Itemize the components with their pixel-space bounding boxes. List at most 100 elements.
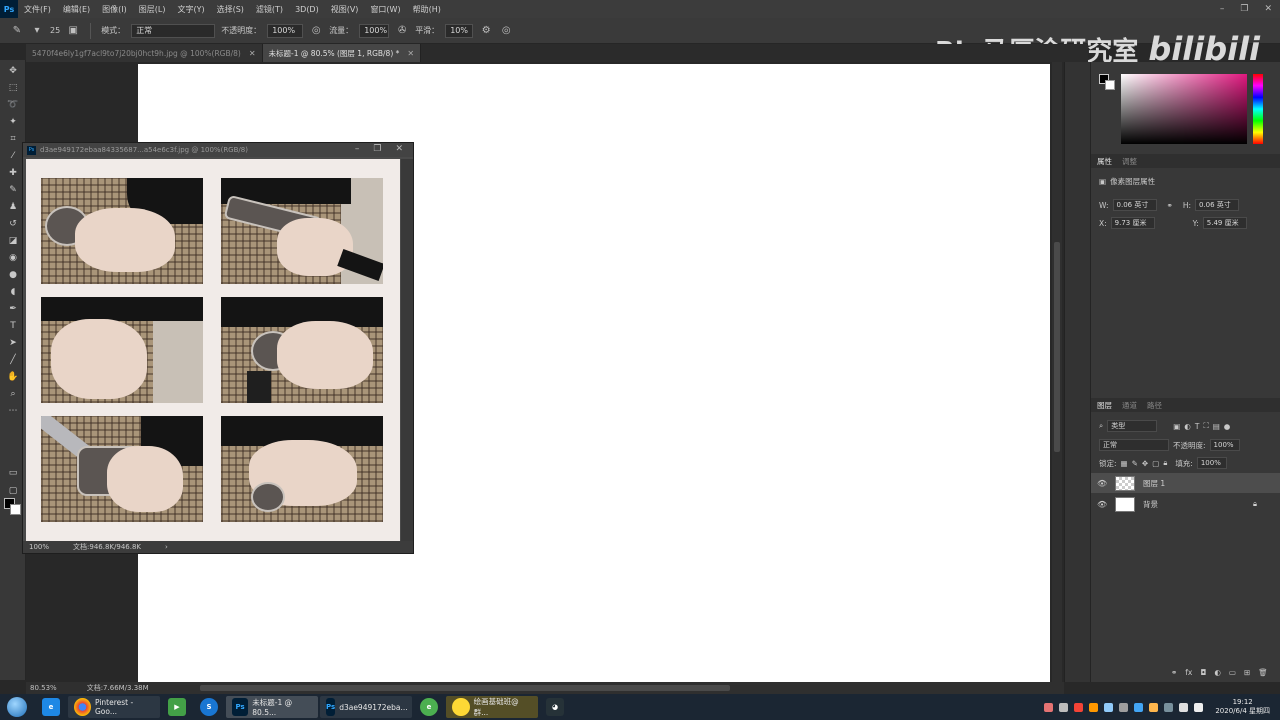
tab-reference-image[interactable]: 5470f4e6ly1gf7acl9to7j20bj0hct9h.jpg @ 1… [26,44,263,62]
marquee-tool-icon[interactable]: ⬚ [6,81,20,95]
layer-row-layer-1[interactable]: 👁︎ 图层 1 [1091,473,1280,493]
menu-type[interactable]: 文字(Y) [171,4,210,15]
volume-icon[interactable] [1194,702,1204,712]
taskbar-sogou[interactable]: S [194,696,224,718]
width-input[interactable]: 0.06 英寸 [1112,199,1157,211]
dodge-tool-icon[interactable]: ◖ [6,285,20,299]
foreground-background-colors[interactable] [4,498,22,516]
adjustment-layer-icon[interactable]: ◐ [1214,668,1221,677]
close-icon[interactable]: ✕ [249,49,256,58]
new-group-icon[interactable]: ▭ [1229,668,1236,677]
filter-toggle-icon[interactable]: ● [1224,422,1231,431]
tray-app-icon[interactable] [1104,702,1114,712]
lock-pixels-icon[interactable]: ✎ [1132,459,1138,468]
gear-icon[interactable]: ⚙ [479,24,493,38]
menu-filter[interactable]: 滤镜(T) [250,4,289,15]
history-brush-tool-icon[interactable]: ↺ [6,217,20,231]
layer-opacity-input[interactable]: 100% [1209,439,1240,451]
delete-layer-icon[interactable]: 🗑︎ [1258,668,1268,677]
menu-edit[interactable]: 编辑(E) [57,4,96,15]
airbrush-icon[interactable]: ✇ [395,24,409,38]
brush-panel-icon[interactable]: ▣ [66,24,80,38]
pen-tool-icon[interactable]: ✒ [6,302,20,316]
eyedropper-tool-icon[interactable]: ⁄ [6,149,20,163]
scrollbar-thumb[interactable] [200,685,730,691]
lock-all-icon[interactable]: 🔒︎ [1163,458,1167,468]
taskbar-qq-group[interactable]: 绘画基础班@群... [446,696,538,718]
blend-mode-select[interactable]: 正常 [1099,439,1169,451]
start-button[interactable] [0,694,34,720]
quick-mask-icon[interactable]: ▭ [6,466,20,480]
floating-window-zoom[interactable]: 100% [29,543,49,551]
tab-channels[interactable]: 通道 [1122,400,1137,411]
background-color-swatch[interactable] [10,504,21,515]
type-tool-icon[interactable]: T [6,319,20,333]
tray-app-icon[interactable] [1119,702,1129,712]
reference-image[interactable] [26,159,400,541]
brush-tool-icon[interactable]: ✎ [10,24,24,38]
minimize-icon[interactable]: – [1220,4,1225,14]
floating-window-titlebar[interactable]: Ps d3ae949172ebaa84335687...a54e6c3f.jpg… [23,143,413,157]
menu-layer[interactable]: 图层(L) [133,4,172,15]
eye-icon[interactable]: 👁︎ [1097,500,1107,509]
zoom-level[interactable]: 80.53% [30,684,57,692]
taskbar-photoshop-2[interactable]: Ps d3ae949172eba... [320,696,412,718]
link-layers-icon[interactable]: ⚭ [1171,668,1177,677]
healing-brush-tool-icon[interactable]: ✚ [6,166,20,180]
lasso-tool-icon[interactable]: ➰ [6,98,20,112]
menu-help[interactable]: 帮助(H) [407,4,447,15]
paint-bucket-tool-icon[interactable]: ◉ [6,251,20,265]
tray-app-icon[interactable] [1134,702,1144,712]
filter-adjust-icon[interactable]: ◐ [1184,422,1191,431]
hand-tool-icon[interactable]: ✋ [6,370,20,384]
pressure-size-icon[interactable]: ◎ [499,24,513,38]
menu-image[interactable]: 图像(I) [96,4,133,15]
color-swatches[interactable] [1099,74,1117,92]
clock[interactable]: 19:12 2020/6/4 星期四 [1215,698,1270,716]
eraser-tool-icon[interactable]: ◪ [6,234,20,248]
clone-stamp-tool-icon[interactable]: ♟ [6,200,20,214]
add-mask-icon[interactable]: ◘ [1200,668,1206,677]
close-icon[interactable]: ✕ [1264,4,1272,14]
height-input[interactable]: 0.06 英寸 [1194,199,1239,211]
color-picker-field[interactable] [1121,74,1247,144]
mode-select[interactable]: 正常 [131,23,216,38]
zoom-tool-icon[interactable]: ⌕ [6,387,20,401]
minimize-icon[interactable]: – [355,144,360,154]
filter-type-icon[interactable]: T [1195,422,1200,431]
taskbar-chrome[interactable]: Pinterest - Goo... [68,696,160,718]
taskbar-ie[interactable]: e [36,696,66,718]
crop-tool-icon[interactable]: ⌗ [6,132,20,146]
lock-artboard-icon[interactable]: ▢ [1152,459,1159,468]
brush-size-value[interactable]: 25 [50,26,60,35]
menu-window[interactable]: 窗口(W) [364,4,406,15]
taskbar-qq[interactable]: ◕ [540,696,570,718]
tray-app-icon[interactable] [1164,702,1174,712]
floating-document-window[interactable]: Ps d3ae949172ebaa84335687...a54e6c3f.jpg… [22,142,414,554]
maximize-icon[interactable]: ❐ [373,144,381,154]
tab-adjustments[interactable]: 调整 [1122,156,1137,167]
background-color-swatch[interactable] [1105,80,1115,90]
new-layer-icon[interactable]: ⊞ [1244,668,1250,677]
layer-row-background[interactable]: 👁︎ 背景 🔒︎ [1091,494,1280,514]
network-icon[interactable] [1179,702,1189,712]
close-icon[interactable]: ✕ [407,49,414,58]
tab-paths[interactable]: 路径 [1147,400,1162,411]
maximize-icon[interactable]: ❐ [1240,4,1248,14]
tray-app-icon[interactable] [1149,702,1159,712]
x-input[interactable]: 9.73 厘米 [1110,217,1155,229]
menu-view[interactable]: 视图(V) [325,4,365,15]
smoothing-input[interactable]: 10% [445,23,474,38]
menu-file[interactable]: 文件(F) [18,4,57,15]
screen-mode-icon[interactable]: ▢ [6,484,20,498]
opacity-input[interactable]: 100% [267,23,304,38]
floating-window-scrollbar[interactable] [401,159,413,541]
filter-shape-icon[interactable]: ⛶ [1203,421,1208,431]
taskbar-360[interactable]: e [414,696,444,718]
fx-icon[interactable]: fx [1185,668,1192,677]
eye-icon[interactable]: 👁︎ [1097,479,1107,488]
tab-layers[interactable]: 图层 [1097,400,1112,411]
quick-select-tool-icon[interactable]: ✦ [6,115,20,129]
flow-input[interactable]: 100% [359,23,390,38]
vertical-scrollbar[interactable] [1052,62,1062,682]
